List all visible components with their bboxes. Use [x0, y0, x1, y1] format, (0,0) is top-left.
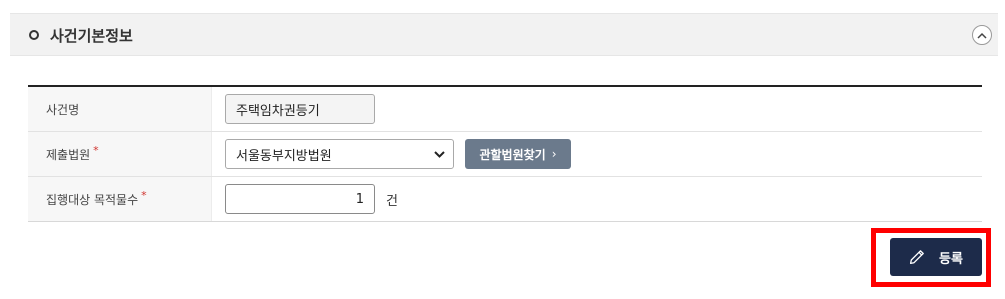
required-mark: *	[93, 143, 99, 157]
target-count-label-cell: 집행대상 목적물수 *	[28, 177, 212, 221]
circle-bullet-icon	[29, 30, 39, 40]
case-name-value-cell: 주택임차권등기	[212, 87, 982, 131]
court-selected-value: 서울동부지방법원	[236, 148, 332, 164]
register-button[interactable]: 등록	[890, 238, 982, 276]
pencil-icon	[909, 250, 924, 265]
form-row-court: 제출법원 * 서울동부지방법원 관할법원찾기 ›	[28, 132, 982, 177]
court-label-cell: 제출법원 *	[28, 132, 212, 176]
collapse-button[interactable]	[972, 25, 992, 45]
court-label: 제출법원	[46, 147, 91, 162]
form-row-target-count: 집행대상 목적물수 * 1 건	[28, 177, 982, 222]
register-button-label: 등록	[939, 251, 963, 267]
case-name-value: 주택임차권등기	[236, 103, 320, 119]
chevron-right-icon: ›	[551, 147, 557, 161]
find-court-button[interactable]: 관할법원찾기 ›	[465, 139, 571, 169]
case-name-label-cell: 사건명	[28, 87, 212, 131]
target-count-label: 집행대상 목적물수	[46, 192, 139, 207]
section-title: 사건기본정보	[50, 27, 133, 45]
required-mark: *	[141, 188, 147, 202]
case-info-form: 사건명 주택임차권등기 제출법원 * 서울동부지방법원 관할법원찾기 › 집행대…	[28, 85, 982, 222]
chevron-down-icon	[434, 150, 445, 158]
find-court-button-label: 관할법원찾기	[479, 147, 546, 162]
target-count-input[interactable]: 1	[225, 184, 375, 214]
section-header: 사건기본정보	[10, 13, 998, 56]
target-count-value: 1	[355, 191, 364, 207]
case-name-label: 사건명	[46, 102, 80, 117]
target-count-value-cell: 1 건	[212, 177, 982, 221]
form-row-case-name: 사건명 주택임차권등기	[28, 87, 982, 132]
count-unit-label: 건	[386, 193, 398, 209]
chevron-up-icon	[977, 32, 987, 39]
court-value-cell: 서울동부지방법원 관할법원찾기 ›	[212, 132, 982, 176]
case-name-field: 주택임차권등기	[225, 94, 375, 124]
court-select[interactable]: 서울동부지방법원	[225, 139, 454, 169]
